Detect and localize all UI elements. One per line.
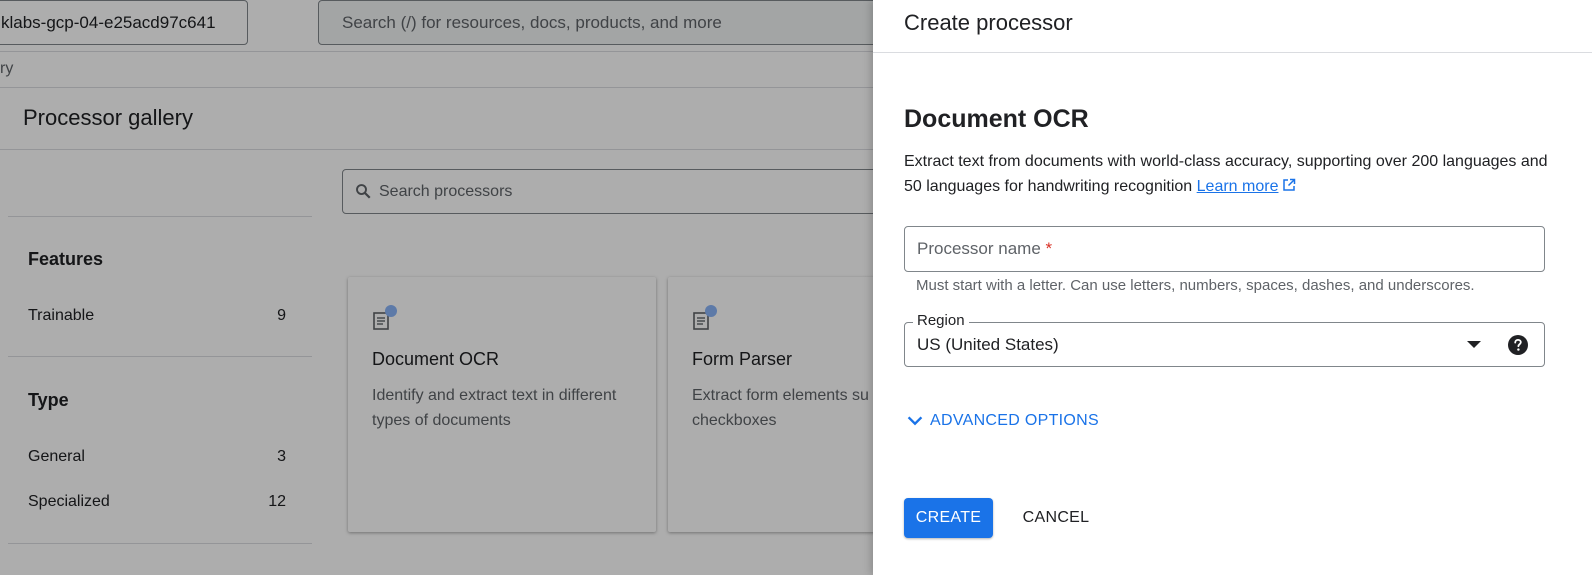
region-label: Region (913, 312, 969, 329)
name-label-text: Processor name (917, 239, 1041, 258)
panel-header: Create processor (873, 0, 1592, 53)
external-link-icon[interactable] (1282, 178, 1296, 192)
processor-name-hint: Must start with a letter. Can use letter… (916, 277, 1475, 294)
region-select[interactable]: Region US (United States) (904, 312, 1545, 367)
processor-name-label: Processor name * (917, 239, 1052, 259)
cancel-button[interactable]: CANCEL (1016, 498, 1096, 538)
processor-description: Extract text from documents with world-c… (904, 149, 1554, 199)
help-icon[interactable] (1508, 335, 1528, 355)
region-value: US (United States) (917, 335, 1059, 354)
processor-name-field[interactable]: Processor name * (904, 226, 1545, 272)
learn-more-label: Learn more (1196, 178, 1279, 195)
dropdown-arrow-icon[interactable] (1467, 341, 1481, 348)
panel-title: Create processor (904, 10, 1073, 35)
chevron-down-icon (907, 416, 923, 426)
processor-heading: Document OCR (904, 105, 1089, 133)
required-marker: * (1045, 239, 1053, 258)
learn-more-link[interactable]: Learn more (1197, 178, 1279, 195)
advanced-options-label: ADVANCED OPTIONS (930, 412, 1099, 429)
create-processor-panel: Create processor Document OCR Extract te… (873, 0, 1592, 575)
advanced-options-toggle[interactable]: ADVANCED OPTIONS (904, 410, 1099, 432)
create-button[interactable]: CREATE (904, 498, 993, 538)
